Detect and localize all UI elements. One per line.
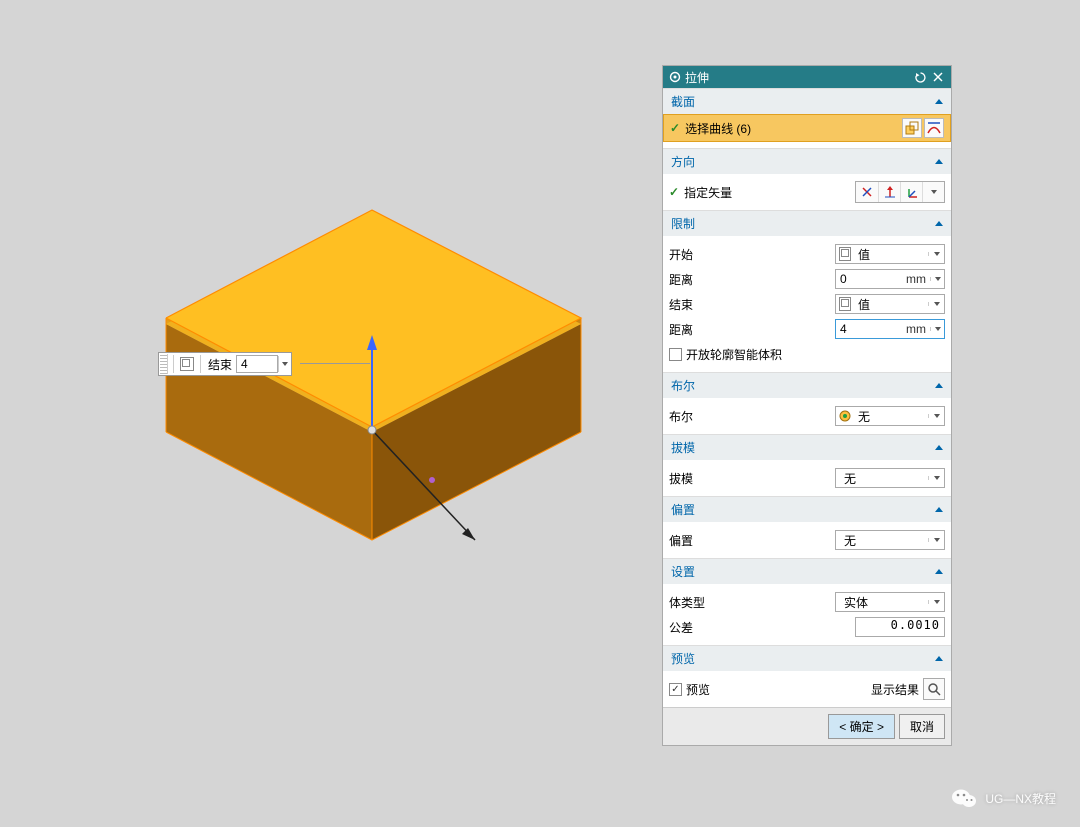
dialog-footer: < 确定 > 取消 (663, 707, 951, 745)
body-type-label: 体类型 (669, 594, 779, 611)
close-button[interactable] (931, 70, 945, 84)
preview-checkbox[interactable]: 预览 (669, 681, 710, 698)
check-icon: ✓ (670, 121, 680, 135)
tolerance-input[interactable]: 0.0010 (855, 617, 945, 637)
boolean-dropdown[interactable]: 无 (835, 406, 945, 426)
select-curve-label: 选择曲线 (6) (685, 120, 751, 137)
start-distance-input[interactable]: 0 mm (835, 269, 945, 289)
chevron-up-icon (935, 656, 943, 661)
drag-handle-icon[interactable] (160, 354, 168, 374)
sketch-section-button[interactable] (902, 118, 922, 138)
auto-vector-button[interactable] (900, 182, 922, 202)
start-dist-label: 距离 (669, 271, 779, 288)
start-label: 开始 (669, 246, 779, 263)
viewport[interactable]: 结束 4 (0, 0, 660, 827)
body-type-dropdown[interactable]: 实体 (835, 592, 945, 612)
chevron-up-icon (935, 445, 943, 450)
chevron-up-icon (935, 221, 943, 226)
section-header-settings[interactable]: 设置 (663, 558, 951, 584)
onscreen-label: 结束 (204, 356, 236, 373)
dialog-title: 拉伸 (685, 69, 709, 86)
offset-dropdown[interactable]: 无 (835, 530, 945, 550)
section-header-preview[interactable]: 预览 (663, 645, 951, 671)
draft-dropdown[interactable]: 无 (835, 468, 945, 488)
chevron-up-icon (935, 383, 943, 388)
reset-button[interactable] (913, 70, 927, 84)
specify-vector-label: 指定矢量 (684, 184, 794, 201)
vector-tool-buttons (855, 181, 945, 203)
show-result-label: 显示结果 (871, 681, 919, 698)
end-label: 结束 (669, 296, 779, 313)
dialog-titlebar[interactable]: 拉伸 (663, 66, 951, 88)
section-header-draft[interactable]: 拔模 (663, 434, 951, 460)
offset-label: 偏置 (669, 532, 779, 549)
end-dist-label: 距离 (669, 321, 779, 338)
onscreen-dropdown[interactable] (278, 356, 290, 372)
chevron-up-icon (935, 507, 943, 512)
chevron-up-icon (935, 99, 943, 104)
curve-rule-button[interactable] (924, 118, 944, 138)
reverse-dir-button[interactable] (856, 182, 878, 202)
watermark: UG—NX教程 (951, 787, 1056, 809)
gear-icon (669, 71, 681, 83)
chevron-up-icon (935, 569, 943, 574)
cube-icon (180, 357, 194, 371)
section-header-direction[interactable]: 方向 (663, 148, 951, 174)
section-header-offset[interactable]: 偏置 (663, 496, 951, 522)
show-result-button[interactable] (923, 678, 945, 700)
end-distance-input[interactable]: 4 mm (835, 319, 945, 339)
vector-dialog-button[interactable] (878, 182, 900, 202)
cancel-button[interactable]: 取消 (899, 714, 945, 739)
onscreen-value[interactable]: 4 (236, 355, 278, 373)
open-profile-checkbox[interactable]: 开放轮廓智能体积 (669, 343, 945, 365)
cube-icon (839, 247, 851, 261)
section-header-limits[interactable]: 限制 (663, 210, 951, 236)
ok-button[interactable]: < 确定 > (828, 714, 895, 739)
select-curve-strip[interactable]: ✓ 选择曲线 (6) (663, 114, 951, 142)
end-type-dropdown[interactable]: 值 (835, 294, 945, 314)
extrude-dialog: 拉伸 截面 ✓ 选择曲线 (6) 方向 ✓ 指定矢量 (662, 65, 952, 746)
draft-label: 拔模 (669, 470, 779, 487)
section-header-boolean[interactable]: 布尔 (663, 372, 951, 398)
start-type-dropdown[interactable]: 值 (835, 244, 945, 264)
section-header-section[interactable]: 截面 (663, 88, 951, 114)
boolean-label: 布尔 (669, 408, 779, 425)
wechat-icon (951, 787, 977, 809)
vector-menu-button[interactable] (922, 182, 944, 202)
tolerance-label: 公差 (669, 619, 779, 636)
leader-line (300, 363, 370, 364)
chevron-up-icon (935, 159, 943, 164)
onscreen-end-input[interactable]: 结束 4 (158, 352, 292, 376)
cube-icon (839, 297, 851, 311)
check-icon: ✓ (669, 185, 679, 199)
